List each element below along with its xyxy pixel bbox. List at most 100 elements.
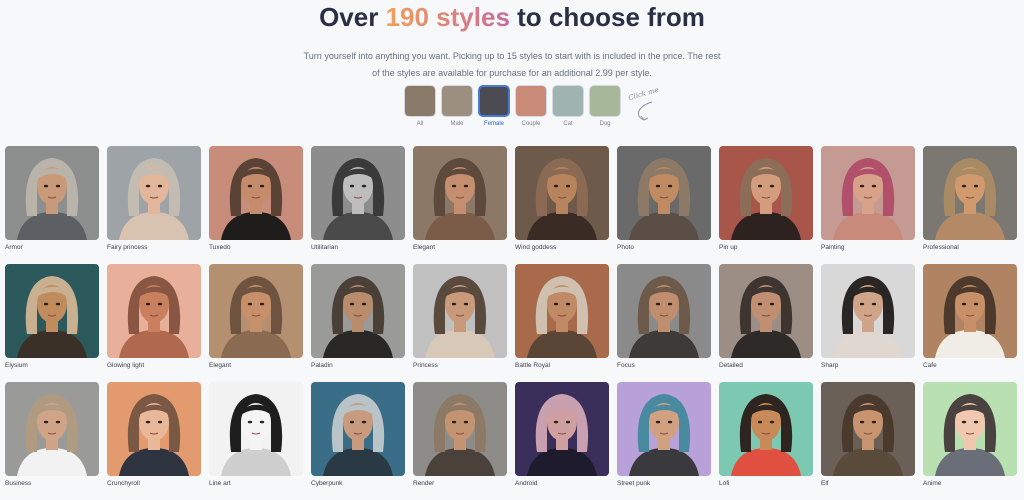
style-label: Elegant [413,244,436,251]
style-card[interactable]: Elegant [209,264,303,382]
filter-male[interactable]: Male [441,85,473,131]
style-card[interactable]: Line art [209,382,303,500]
style-card[interactable]: Focus [617,264,711,382]
style-card[interactable]: Pin up [719,146,813,264]
style-card[interactable]: Princess [413,264,507,382]
style-label: Cafe [923,362,937,369]
style-card[interactable]: Elegant [413,146,507,264]
style-card[interactable]: Glowing light [107,264,201,382]
style-portrait-image [413,264,507,358]
style-portrait-image [5,146,99,240]
style-card[interactable]: Lofi [719,382,813,500]
style-label: Professional [923,244,959,251]
filter-label: All [416,121,424,127]
style-portrait-image [821,264,915,358]
style-portrait-image [923,146,1017,240]
style-portrait-image [617,382,711,476]
style-portrait-image [5,264,99,358]
style-portrait-image [515,146,609,240]
style-card[interactable]: Fairy princess [107,146,201,264]
filter-couple[interactable]: Couple [515,85,547,131]
style-label: Cyberpunk [311,480,343,487]
filter-female[interactable]: Female [478,85,510,131]
style-card[interactable]: Android [515,382,609,500]
style-card[interactable]: Photo [617,146,711,264]
style-card[interactable]: Tuxedo [209,146,303,264]
style-card[interactable]: Business [5,382,99,500]
style-portrait-image [107,264,201,358]
style-card[interactable]: Cyberpunk [311,382,405,500]
style-card[interactable]: Render [413,382,507,500]
style-label: Business [5,480,32,487]
filter-thumbnail [478,85,510,117]
filter-label: Cat [563,121,573,127]
page-subtitle: Turn yourself into anything you want. Pi… [303,51,721,78]
category-filter-bar: All Male Female Couple Cat Dog [404,85,621,131]
filter-thumbnail [404,85,436,117]
title-prefix: Over [319,2,386,32]
style-label: Utilitarian [311,244,339,251]
style-card[interactable]: Detailed [719,264,813,382]
style-portrait-image [515,382,609,476]
style-label: Pin up [719,244,738,251]
style-portrait-image [311,382,405,476]
style-card[interactable]: Professional [923,146,1017,264]
style-label: Anime [923,480,942,487]
style-label: Android [515,480,538,487]
style-label: Glowing light [107,362,145,369]
style-portrait-image [617,264,711,358]
style-portrait-image [413,146,507,240]
style-label: Sharp [821,362,839,369]
style-label: Detailed [719,362,743,369]
style-label: Lofi [719,480,730,487]
style-label: Render [413,480,435,487]
page-title: Over 190 styles to choose from [0,2,1024,32]
style-portrait-image [719,382,813,476]
filter-thumbnail [441,85,473,117]
style-portrait-image [923,264,1017,358]
style-card[interactable]: Elysium [5,264,99,382]
style-card[interactable]: Anime [923,382,1017,500]
style-card[interactable]: Battle Royal [515,264,609,382]
style-portrait-image [5,382,99,476]
style-label: Tuxedo [209,244,231,251]
style-card[interactable]: Sharp [821,264,915,382]
style-card[interactable]: Wind goddess [515,146,609,264]
style-label: Paladin [311,362,333,369]
filter-cat[interactable]: Cat [552,85,584,131]
style-card[interactable]: Paladin [311,264,405,382]
style-label: Crunchyroll [107,480,140,487]
style-card[interactable]: Armor [5,146,99,264]
filter-label: Couple [521,121,541,127]
style-portrait-image [923,382,1017,476]
filter-label: Male [450,121,464,127]
style-portrait-image [413,382,507,476]
style-label: Princess [413,362,438,369]
style-label: Photo [617,244,634,251]
style-card[interactable]: Crunchyroll [107,382,201,500]
style-portrait-image [719,146,813,240]
style-portrait-image [617,146,711,240]
styles-grid: Armor Fairy princess Tuxedo Utilitarian [5,146,1017,500]
style-portrait-image [209,382,303,476]
style-label: Elegant [209,362,232,369]
style-card[interactable]: Cafe [923,264,1017,382]
style-label: Elysium [5,362,28,369]
style-portrait-image [107,146,201,240]
style-label: Battle Royal [515,362,551,369]
filter-dog[interactable]: Dog [589,85,621,131]
filter-all[interactable]: All [404,85,436,131]
title-suffix: to choose from [509,2,705,32]
style-portrait-image [311,264,405,358]
style-card[interactable]: Painting [821,146,915,264]
style-portrait-image [107,382,201,476]
click-me-hint: Click me [627,86,672,124]
style-portrait-image [311,146,405,240]
style-card[interactable]: Utilitarian [311,146,405,264]
filter-thumbnail [515,85,547,117]
filter-thumbnail [552,85,584,117]
style-card[interactable]: Street punk [617,382,711,500]
filter-label: Dog [599,121,611,127]
style-card[interactable]: Elf [821,382,915,500]
style-portrait-image [719,264,813,358]
